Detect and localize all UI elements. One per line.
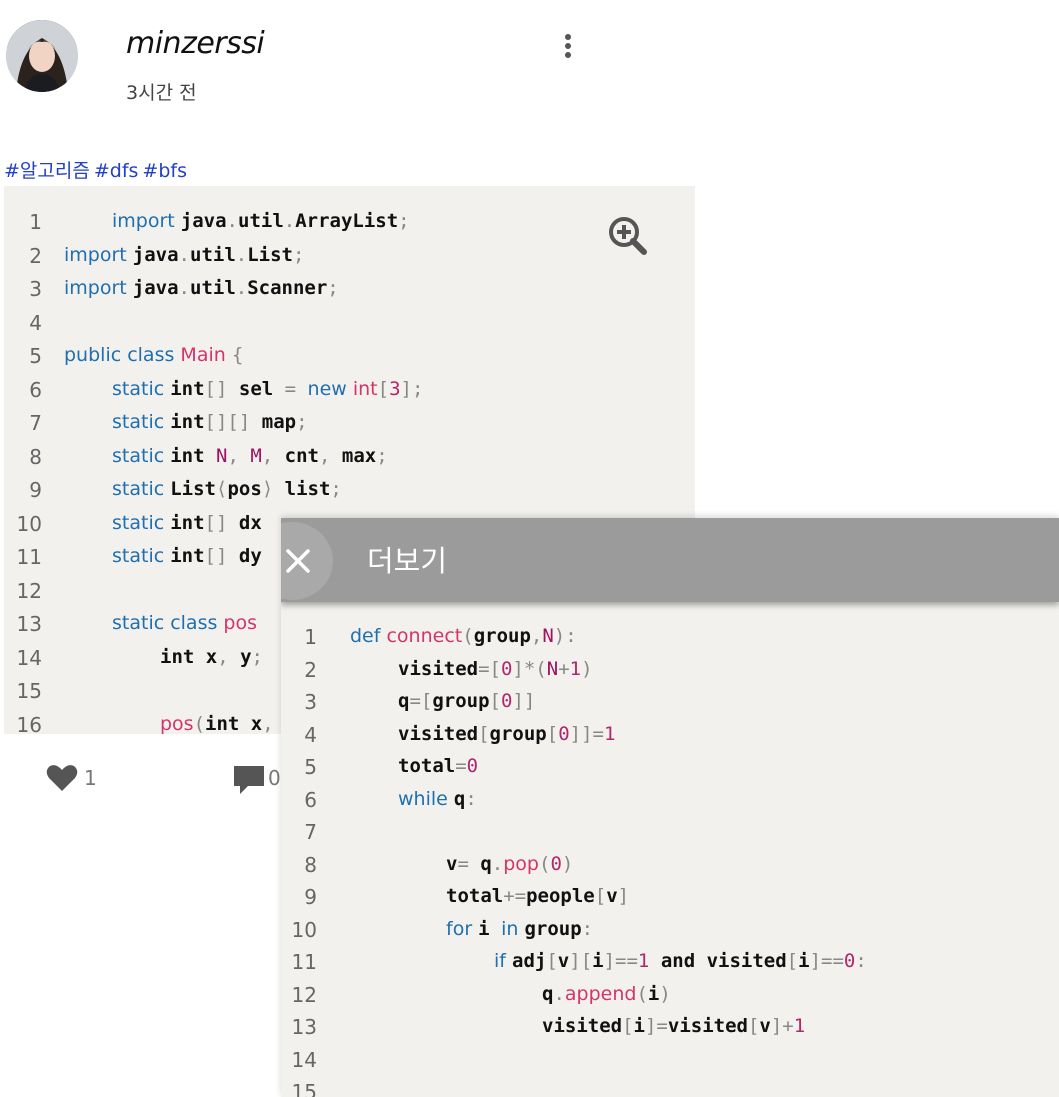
code-text: total=0	[398, 755, 479, 777]
code-text: int x, y;	[160, 645, 263, 668]
hashtag-list: #알고리즘 #dfs #bfs	[4, 156, 191, 183]
comment-count: 0	[268, 766, 281, 790]
line-number: 15	[291, 1080, 317, 1097]
code-text: visited=[0]*(N+1)	[398, 657, 593, 680]
overlay-title: 더보기	[367, 544, 448, 578]
line-number: 10	[16, 511, 42, 536]
avatar[interactable]	[6, 20, 78, 92]
line-number: 6	[304, 787, 317, 812]
code-text: public class Main {	[64, 344, 244, 366]
line-number: 13	[291, 1015, 317, 1039]
close-icon	[286, 549, 310, 573]
comment-icon[interactable]	[232, 764, 266, 800]
close-button[interactable]	[281, 522, 333, 600]
line-number: 5	[29, 344, 42, 368]
code-text: total+=people[v]	[446, 885, 630, 907]
code-text: def connect(group,N):	[350, 625, 577, 647]
line-number: 4	[304, 722, 317, 747]
line-number: 11	[291, 950, 317, 974]
line-number: 5	[304, 755, 317, 779]
line-number: 2	[29, 243, 42, 268]
line-number: 3	[29, 277, 42, 301]
line-number: 9	[29, 478, 42, 502]
code-text: static int[][] map;	[112, 411, 308, 433]
code-text: visited[i]=visited[v]+1	[542, 1015, 806, 1037]
code-text: import java.util.Scanner;	[64, 277, 339, 299]
code-text: static int[] sel = new int[3];	[112, 377, 424, 400]
hashtag-algorithm[interactable]: #알고리즘	[4, 160, 90, 182]
line-number: 12	[291, 982, 317, 1007]
heart-icon[interactable]	[46, 764, 78, 796]
line-number: 15	[16, 679, 42, 703]
code-text: import java.util.ArrayList;	[112, 210, 410, 232]
code-text: visited[group[0]]=1	[398, 722, 616, 745]
code-text: if adj[v][i]==1 and visited[i]==0:	[494, 950, 867, 972]
code-text: while q:	[398, 787, 477, 810]
hashtag-bfs[interactable]: #bfs	[142, 160, 187, 182]
line-number: 7	[29, 411, 42, 435]
code-text: v= q.pop(0)	[446, 852, 574, 875]
line-number: 4	[29, 310, 42, 335]
post-time: 3시간 전	[126, 82, 197, 104]
line-number: 14	[291, 1047, 317, 1072]
line-number: 8	[304, 852, 317, 877]
line-number: 6	[29, 377, 42, 402]
line-number: 13	[16, 612, 42, 636]
overlay-header: 더보기	[281, 518, 1059, 602]
code-text: static int[] dx	[112, 511, 262, 534]
line-number: 1	[29, 210, 42, 234]
username[interactable]: minzerssi	[126, 26, 265, 61]
code-text: import java.util.List;	[64, 243, 305, 266]
line-number: 3	[304, 690, 317, 714]
code-text: q.append(i)	[542, 982, 671, 1005]
code-text: for i in group:	[446, 917, 594, 940]
line-number: 14	[16, 645, 42, 670]
line-number: 16	[16, 712, 42, 735]
code-text: static int[] dy	[112, 545, 262, 567]
more-code-panel[interactable]: 1 def connect(group,N): 2 visited=[0]*(N+1)…	[281, 518, 1059, 1097]
code-text: static int N, M, cnt, max;	[112, 444, 388, 467]
line-number: 1	[304, 625, 317, 649]
code-text: q=[group[0]]	[398, 690, 536, 712]
line-number: 10	[291, 917, 317, 942]
line-number: 8	[29, 444, 42, 469]
user-photo	[6, 20, 78, 92]
hashtag-dfs[interactable]: #dfs	[94, 160, 139, 182]
like-count: 1	[84, 766, 97, 790]
code-text: static List⟨pos⟩ list;	[112, 478, 342, 500]
line-number: 7	[304, 820, 317, 844]
code-text: static class pos	[112, 612, 258, 634]
line-number: 2	[304, 657, 317, 682]
line-number: 12	[16, 578, 42, 603]
line-number: 11	[16, 545, 42, 569]
more-vertical-icon[interactable]	[560, 34, 576, 66]
line-number: 9	[304, 885, 317, 909]
zoom-in-icon[interactable]	[606, 214, 650, 258]
